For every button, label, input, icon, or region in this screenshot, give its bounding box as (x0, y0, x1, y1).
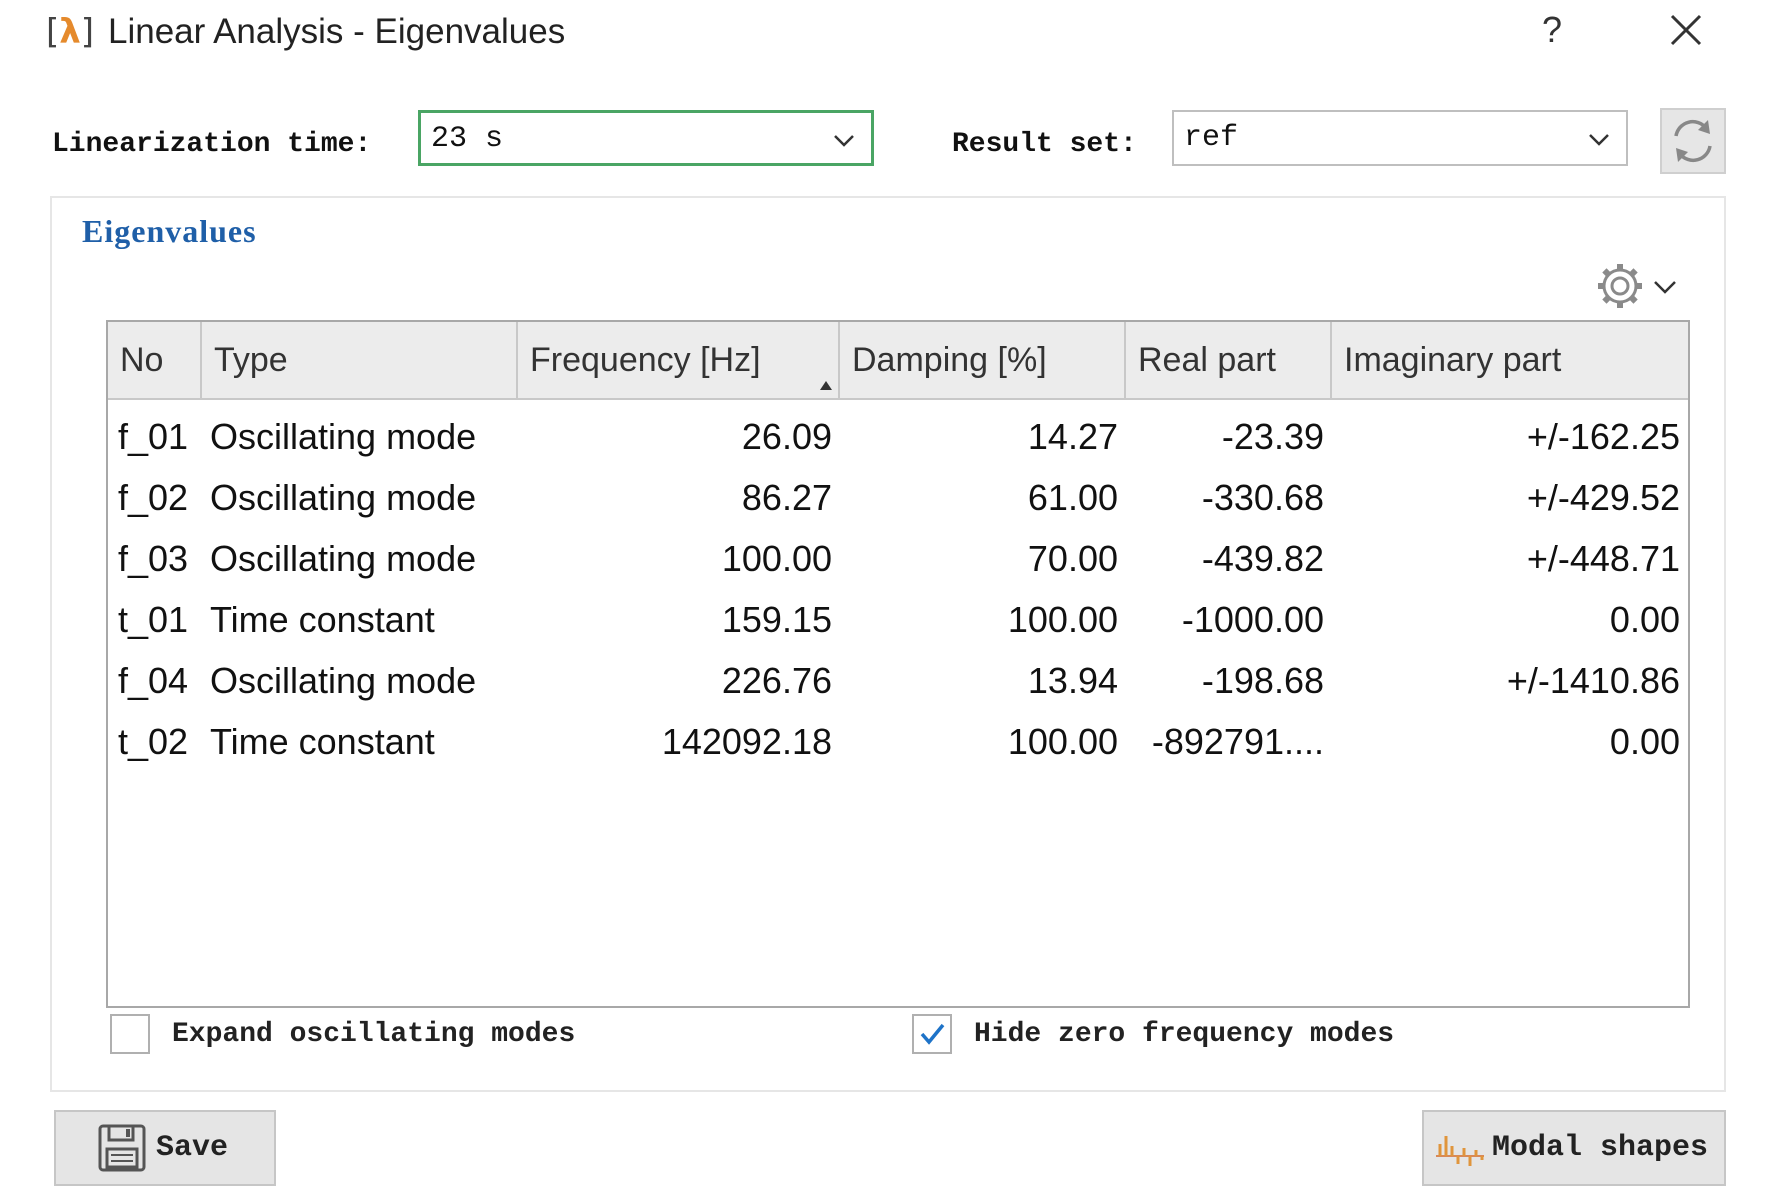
cell-real-part: -198.68 (1201, 660, 1324, 701)
table-body: f_01 Oscillating mode 26.09 14.27 -23.39… (108, 406, 1688, 772)
cell-type: Time constant (210, 599, 435, 640)
cell-damping: 14.27 (1027, 416, 1118, 457)
chevron-down-icon (834, 135, 854, 147)
cell-imaginary-part: 0.00 (1609, 721, 1680, 762)
checkmark-icon (920, 1023, 945, 1045)
column-header-imaginary-part[interactable]: Imaginary part (1332, 322, 1688, 398)
floppy-disk-icon (98, 1124, 146, 1172)
modal-shapes-icon (1436, 1136, 1484, 1166)
close-button[interactable] (1664, 8, 1708, 52)
refresh-button[interactable] (1660, 108, 1726, 174)
table-row[interactable]: f_03 Oscillating mode 100.00 70.00 -439.… (108, 528, 1688, 589)
column-header-type[interactable]: Type (202, 322, 518, 398)
cell-real-part: -892791.... (1151, 721, 1324, 762)
help-button[interactable]: ? (1532, 8, 1572, 52)
cell-no: f_01 (118, 416, 189, 457)
gear-icon (1598, 264, 1642, 308)
column-header-frequency[interactable]: Frequency [Hz] (518, 322, 840, 398)
cell-frequency: 26.09 (741, 416, 832, 457)
cell-damping: 100.00 (1007, 599, 1118, 640)
column-header-real-part[interactable]: Real part (1126, 322, 1332, 398)
save-button-label: Save (156, 1131, 229, 1165)
hide-zero-frequency-modes-checkbox[interactable] (912, 1014, 952, 1054)
cell-frequency: 100.00 (721, 538, 832, 579)
column-header-no[interactable]: No (108, 322, 202, 398)
chevron-down-icon (1654, 281, 1676, 294)
cell-type: Oscillating mode (210, 660, 477, 701)
cell-imaginary-part: +/-448.71 (1526, 538, 1680, 579)
cell-frequency: 142092.18 (661, 721, 832, 762)
cell-no: f_04 (118, 660, 189, 701)
column-header-frequency-label: Frequency [Hz] (530, 341, 761, 379)
cell-no: f_02 (118, 477, 189, 518)
cell-type: Oscillating mode (210, 538, 477, 579)
cell-imaginary-part: 0.00 (1609, 599, 1680, 640)
expand-oscillating-modes-label: Expand oscillating modes (172, 1019, 576, 1050)
cell-imaginary-part: +/-1410.86 (1506, 660, 1680, 701)
save-button[interactable]: Save (54, 1110, 276, 1186)
expand-oscillating-modes-checkbox[interactable] (110, 1014, 150, 1054)
eigenvalues-dialog: [λ] Linear Analysis - Eigenvalues ? Line… (0, 0, 1772, 1202)
table-row[interactable]: f_02 Oscillating mode 86.27 61.00 -330.6… (108, 467, 1688, 528)
cell-real-part: -330.68 (1201, 477, 1324, 518)
result-set-value: ref (1184, 121, 1239, 155)
cell-type: Oscillating mode (210, 416, 477, 457)
sort-ascending-icon (820, 381, 832, 390)
cell-type: Time constant (210, 721, 435, 762)
cell-frequency: 226.76 (721, 660, 832, 701)
chevron-down-icon (1589, 134, 1609, 146)
cell-damping: 70.00 (1027, 538, 1118, 579)
cell-imaginary-part: +/-162.25 (1526, 416, 1680, 457)
table-row[interactable]: f_04 Oscillating mode 226.76 13.94 -198.… (108, 650, 1688, 711)
cell-real-part: -1000.00 (1181, 599, 1324, 640)
table-row[interactable]: t_01 Time constant 159.15 100.00 -1000.0… (108, 589, 1688, 650)
cell-damping: 61.00 (1027, 477, 1118, 518)
refresh-icon (1674, 119, 1712, 163)
cell-frequency: 86.27 (741, 477, 832, 518)
cell-type: Oscillating mode (210, 477, 477, 518)
cell-real-part: -439.82 (1201, 538, 1324, 579)
title-bar: [λ] Linear Analysis - Eigenvalues ? (0, 0, 1772, 64)
app-lambda-icon: [λ] (46, 12, 95, 52)
table-row[interactable]: t_02 Time constant 142092.18 100.00 -892… (108, 711, 1688, 772)
table-header: No Type Frequency [Hz] Damping [%] Real … (108, 322, 1688, 400)
linearization-time-label: Linearization time: (52, 129, 372, 160)
window-title: Linear Analysis - Eigenvalues (108, 12, 566, 51)
column-header-damping[interactable]: Damping [%] (840, 322, 1126, 398)
hide-zero-frequency-modes-label: Hide zero frequency modes (974, 1019, 1395, 1050)
cell-damping: 13.94 (1027, 660, 1118, 701)
table-row[interactable]: f_01 Oscillating mode 26.09 14.27 -23.39… (108, 406, 1688, 467)
modal-shapes-button-label: Modal shapes (1492, 1131, 1709, 1165)
linearization-time-value: 23 s (431, 122, 504, 156)
result-set-combo[interactable]: ref (1172, 110, 1628, 166)
modal-shapes-button[interactable]: Modal shapes (1422, 1110, 1726, 1186)
eigenvalues-table: No Type Frequency [Hz] Damping [%] Real … (106, 320, 1690, 1008)
group-title: Eigenvalues (82, 213, 257, 249)
cell-real-part: -23.39 (1221, 416, 1324, 457)
table-settings-button[interactable] (1592, 258, 1682, 314)
cell-no: t_01 (118, 599, 189, 640)
cell-imaginary-part: +/-429.52 (1526, 477, 1680, 518)
close-icon (1670, 14, 1702, 46)
result-set-label: Result set: (952, 129, 1137, 160)
linearization-time-combo[interactable]: 23 s (418, 110, 874, 166)
cell-no: f_03 (118, 538, 189, 579)
cell-no: t_02 (118, 721, 189, 762)
cell-frequency: 159.15 (721, 599, 832, 640)
cell-damping: 100.00 (1007, 721, 1118, 762)
